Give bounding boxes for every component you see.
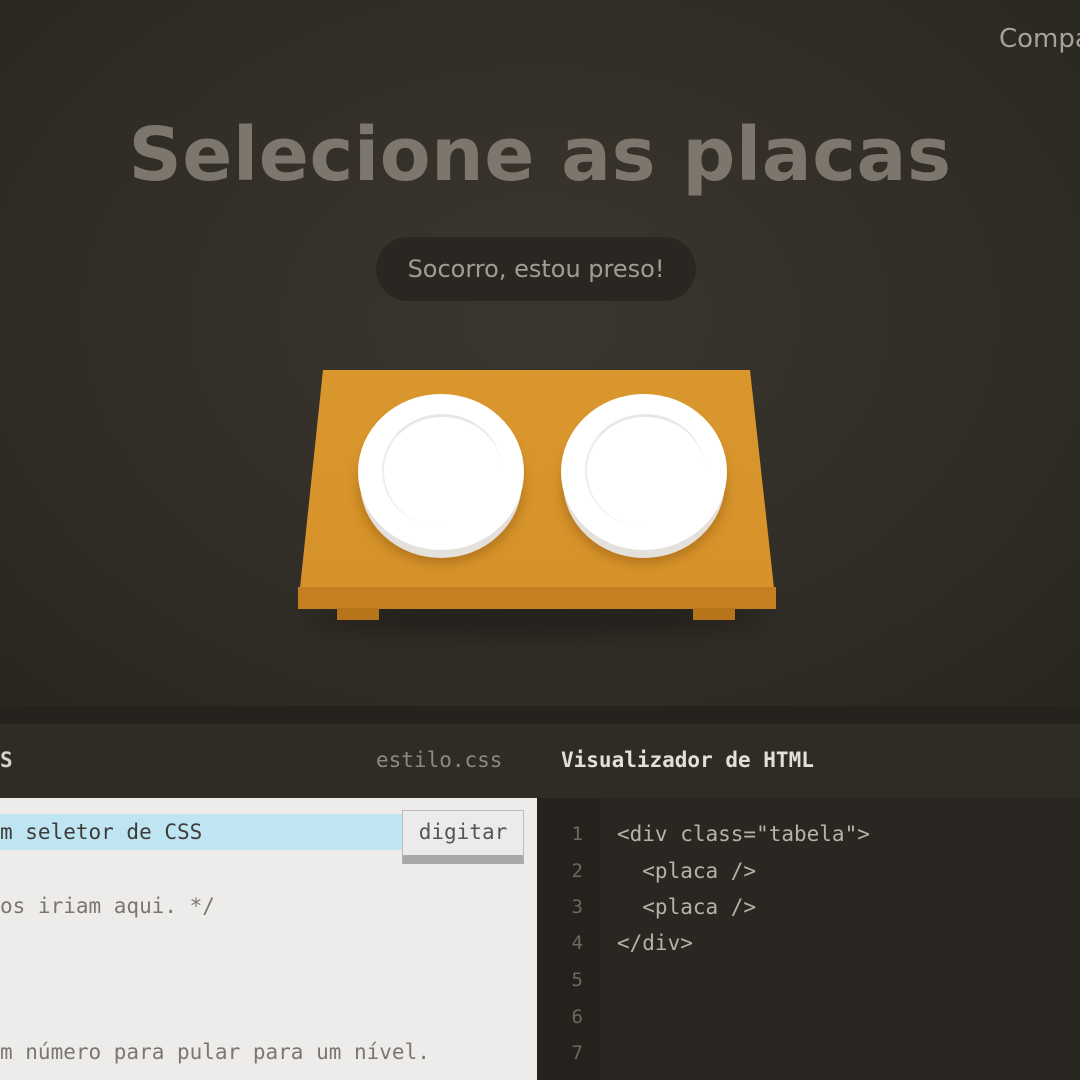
html-code-line[interactable]: </div> — [617, 931, 693, 955]
css-selector-input[interactable]: m seletor de CSS — [0, 814, 404, 850]
line-number: 2 — [571, 860, 583, 882]
editor-header — [0, 724, 1080, 798]
plate-1[interactable] — [358, 394, 524, 550]
line-number: 5 — [571, 969, 583, 991]
plate-2[interactable] — [561, 394, 727, 550]
line-number-gutter: 1 2 3 4 5 6 7 — [537, 798, 599, 1080]
line-number: 3 — [571, 896, 583, 918]
divider — [0, 706, 1080, 724]
html-viewer-label: Visualizador de HTML — [561, 748, 814, 772]
html-viewer: 1 2 3 4 5 6 7 <div class="tabela"> <plac… — [537, 798, 1080, 1080]
line-number: 4 — [571, 932, 583, 954]
html-code-line[interactable]: <placa /> — [617, 895, 756, 919]
table-leg-right — [693, 608, 735, 620]
level-instruction: Selecione as placas — [128, 112, 952, 198]
help-button[interactable]: Socorro, estou preso! — [376, 237, 696, 301]
css-editor: m seletor de CSS digitar os iriam aqui. … — [0, 798, 537, 1080]
share-link[interactable]: Compa — [999, 24, 1080, 54]
line-number: 6 — [571, 1006, 583, 1028]
html-code-line[interactable]: <placa /> — [617, 859, 756, 883]
line-number: 1 — [571, 823, 583, 845]
css-panel-label: S — [0, 748, 13, 772]
css-file-name: estilo.css — [376, 748, 503, 772]
css-comment-line: os iriam aqui. */ — [0, 894, 215, 918]
enter-button[interactable]: digitar — [402, 810, 524, 864]
line-number: 7 — [571, 1042, 583, 1064]
table — [296, 370, 778, 650]
table-leg-left — [337, 608, 379, 620]
table-edge — [298, 587, 776, 609]
css-footer-comment: m número para pular para um nível. — [0, 1040, 430, 1064]
html-code-line[interactable]: <div class="tabela"> — [617, 822, 870, 846]
game-area: Compa Selecione as placas Socorro, estou… — [0, 0, 1080, 706]
